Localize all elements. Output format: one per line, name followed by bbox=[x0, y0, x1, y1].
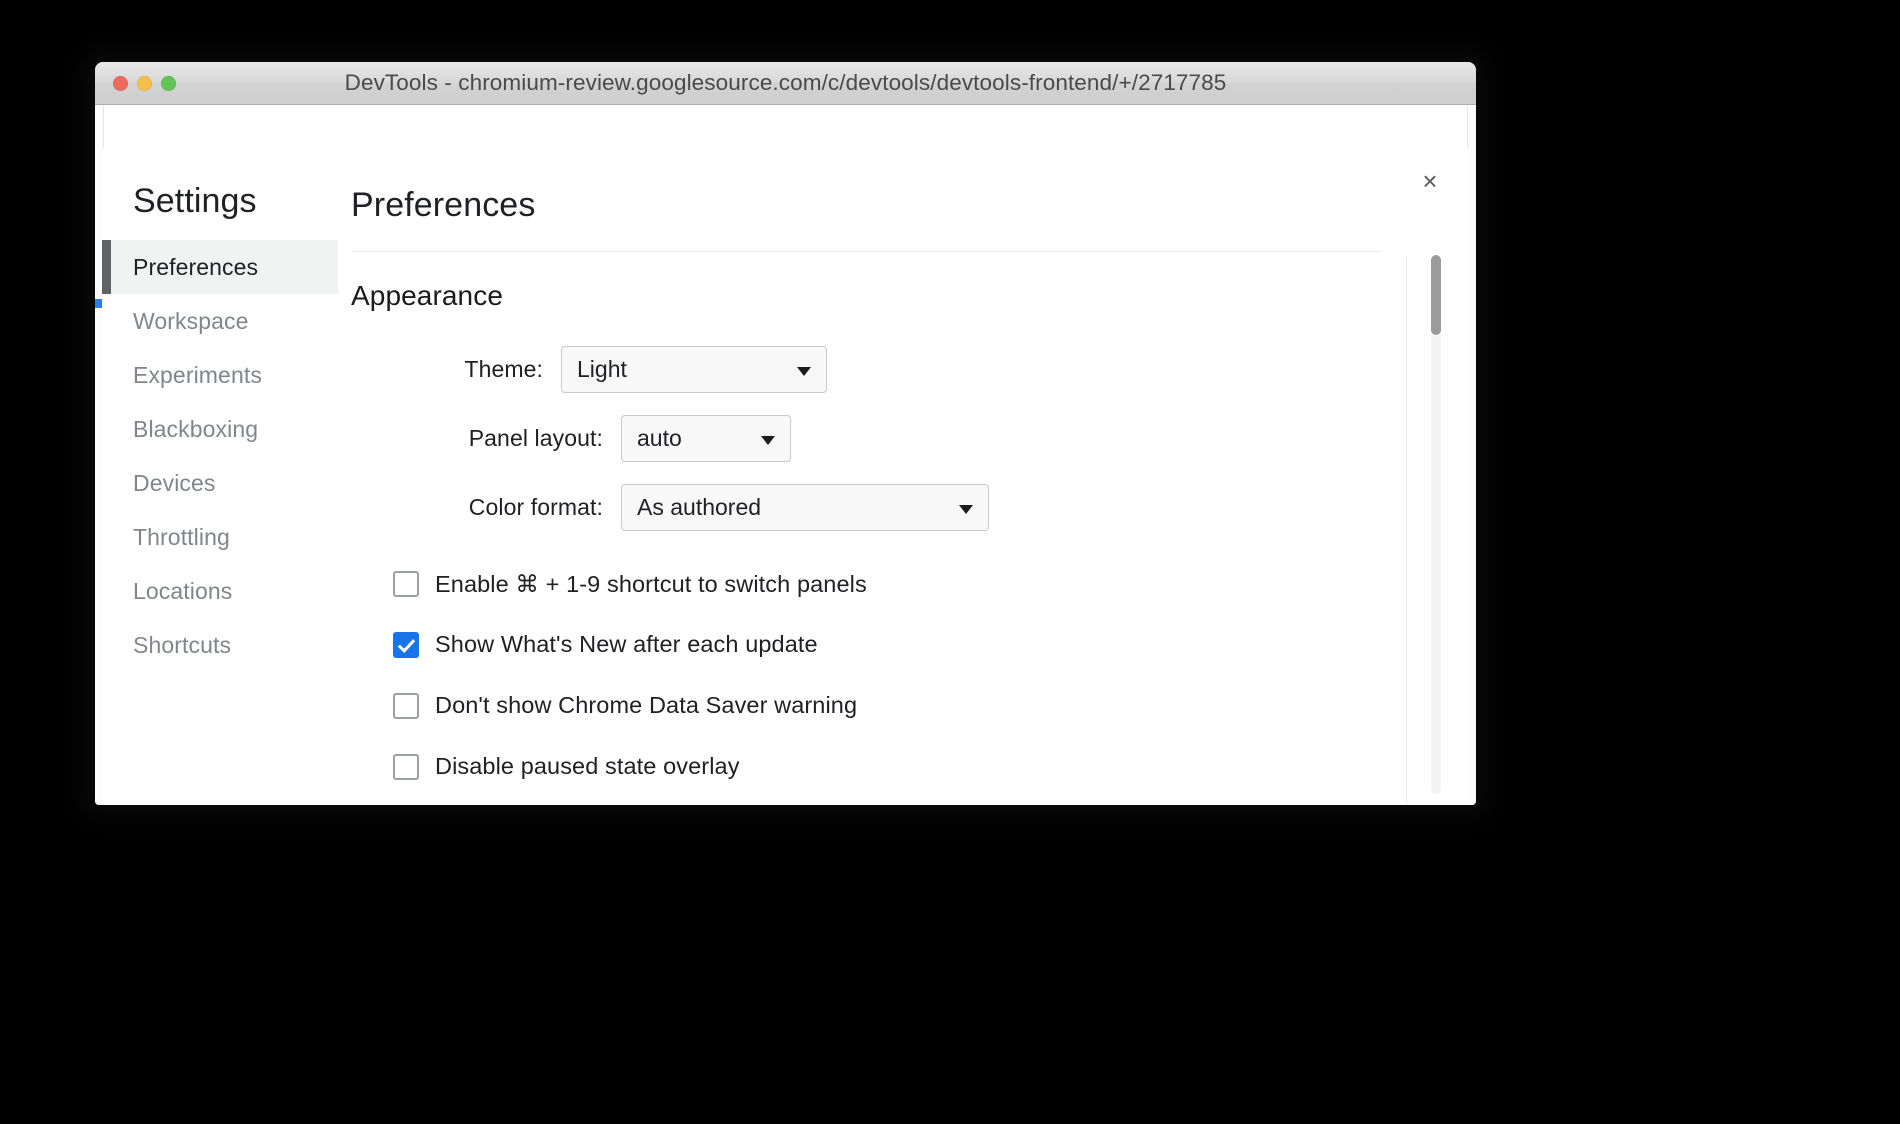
close-icon[interactable]: × bbox=[1413, 164, 1447, 198]
chevron-down-icon bbox=[761, 435, 775, 445]
field-row-panel-layout: Panel layout: auto bbox=[351, 415, 1469, 462]
sidebar-item-label: Blackboxing bbox=[133, 415, 259, 442]
field-row-color-format: Color format: As authored bbox=[351, 484, 1469, 531]
page-title: Preferences bbox=[351, 186, 536, 224]
sidebar-item-label: Locations bbox=[133, 577, 233, 604]
sidebar-item-locations[interactable]: Locations bbox=[102, 564, 338, 618]
color-format-label: Color format: bbox=[468, 494, 603, 520]
section-title-appearance: Appearance bbox=[351, 280, 504, 311]
sidebar-item-label: Shortcuts bbox=[133, 631, 232, 658]
panel-scroll-area: Appearance Theme: Light Panel layout: au… bbox=[351, 252, 1469, 797]
sidebar-item-throttling[interactable]: Throttling bbox=[102, 510, 338, 564]
sidebar-item-experiments[interactable]: Experiments bbox=[102, 348, 338, 402]
checkbox-row-paused-overlay[interactable]: Disable paused state overlay bbox=[351, 736, 1469, 797]
shortcut-panels-checkbox[interactable] bbox=[393, 570, 419, 597]
whats-new-checkbox[interactable] bbox=[393, 631, 419, 658]
panel-layout-label: Panel layout: bbox=[468, 425, 603, 451]
field-row-theme: Theme: Light bbox=[351, 346, 1469, 393]
paused-overlay-label: Disable paused state overlay bbox=[435, 753, 740, 779]
window-maximize-button[interactable] bbox=[161, 75, 176, 91]
theme-label: Theme: bbox=[464, 356, 543, 382]
whats-new-label: Show What's New after each update bbox=[435, 631, 818, 657]
checkbox-row-data-saver-warning[interactable]: Don't show Chrome Data Saver warning bbox=[351, 675, 1469, 736]
sidebar-item-label: Experiments bbox=[133, 361, 262, 388]
preferences-panel: Preferences Appearance Theme: Light Pane… bbox=[338, 148, 1469, 805]
chevron-down-icon bbox=[797, 366, 811, 376]
sidebar-item-label: Preferences bbox=[133, 253, 259, 280]
sidebar-item-label: Workspace bbox=[133, 307, 249, 334]
chevron-down-icon bbox=[959, 504, 973, 514]
window-body: × Settings Preferences Workspace Experim… bbox=[95, 105, 1476, 805]
sidebar-item-label: Throttling bbox=[133, 523, 230, 550]
checkbox-row-shortcut-panels[interactable]: Enable ⌘ + 1-9 shortcut to switch panels bbox=[351, 553, 1469, 614]
shortcut-panels-label: Enable ⌘ + 1-9 shortcut to switch panels bbox=[435, 570, 867, 597]
window-titlebar: DevTools - chromium-review.googlesource.… bbox=[95, 62, 1476, 105]
sidebar-item-preferences[interactable]: Preferences bbox=[102, 240, 338, 294]
traffic-lights bbox=[113, 62, 176, 104]
window-close-button[interactable] bbox=[113, 75, 128, 91]
sidebar-item-blackboxing[interactable]: Blackboxing bbox=[102, 402, 338, 456]
window-minimize-button[interactable] bbox=[137, 75, 152, 91]
checkbox-row-whats-new[interactable]: Show What's New after each update bbox=[351, 614, 1469, 675]
theme-select[interactable]: Light bbox=[561, 346, 827, 393]
color-format-select-value: As authored bbox=[637, 494, 762, 520]
paused-overlay-checkbox[interactable] bbox=[393, 753, 419, 780]
sidebar-item-shortcuts[interactable]: Shortcuts bbox=[102, 618, 338, 672]
sidebar-item-workspace[interactable]: Workspace bbox=[102, 294, 338, 348]
window-title: DevTools - chromium-review.googlesource.… bbox=[344, 70, 1227, 95]
panel-layout-select-value: auto bbox=[637, 425, 682, 451]
os-window: DevTools - chromium-review.googlesource.… bbox=[95, 62, 1476, 805]
data-saver-warning-checkbox[interactable] bbox=[393, 692, 419, 719]
color-format-select[interactable]: As authored bbox=[621, 484, 989, 531]
settings-sidebar: Settings Preferences Workspace Experimen… bbox=[102, 148, 338, 805]
blue-marker-indicator bbox=[95, 299, 102, 308]
panel-layout-select[interactable]: auto bbox=[621, 415, 791, 462]
settings-dialog: × Settings Preferences Workspace Experim… bbox=[102, 148, 1469, 805]
settings-heading: Settings bbox=[133, 182, 257, 220]
data-saver-warning-label: Don't show Chrome Data Saver warning bbox=[435, 692, 858, 718]
sidebar-item-label: Devices bbox=[133, 469, 216, 496]
sidebar-item-devices[interactable]: Devices bbox=[102, 456, 338, 510]
theme-select-value: Light bbox=[577, 356, 627, 382]
